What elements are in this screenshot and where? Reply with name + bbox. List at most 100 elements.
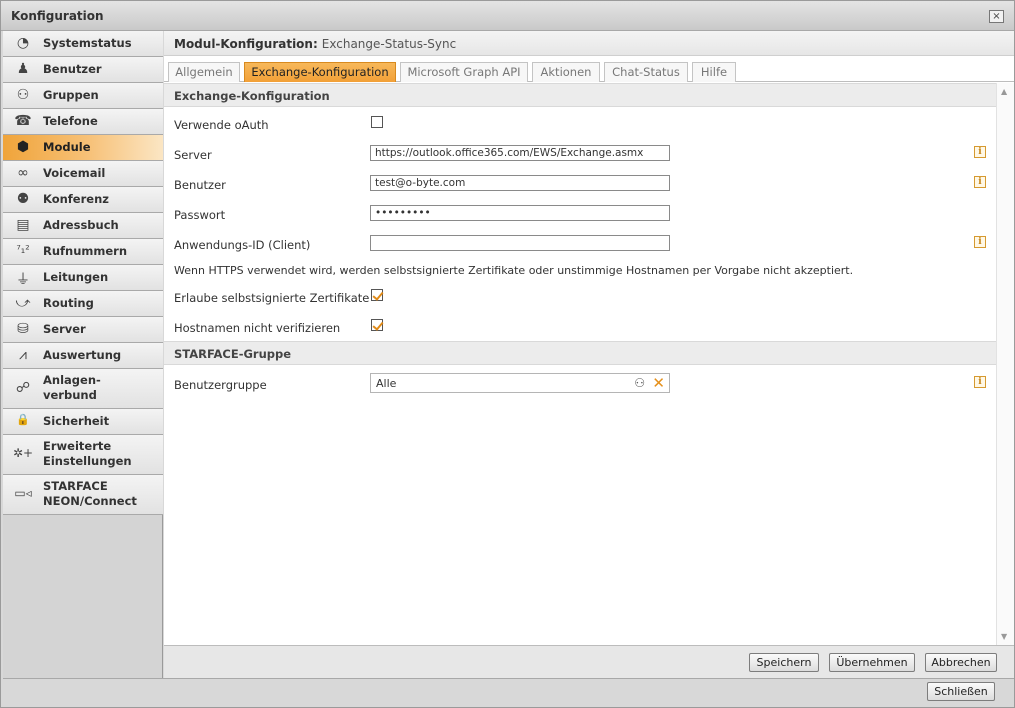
usergroup-value: Alle [376,377,397,390]
sidebar-item-gruppen[interactable]: ⚇ Gruppen [3,83,163,109]
info-icon[interactable]: i [974,236,986,248]
phone-icon: ☎ [14,113,32,129]
close-icon[interactable]: × [989,10,1004,23]
settings-plus-icon: ✲+ [13,446,34,460]
sidebar-item-label: Routing [43,296,94,310]
sidebar-item-server[interactable]: ⛁ Server [3,317,163,343]
sidebar-item-label: Telefone [43,114,98,128]
sidebar-item-label: Server [43,322,86,336]
sidebar-item-label: Sicherheit [43,414,110,428]
cube-icon: ⬢ [16,139,30,155]
voicemail-icon: ∞ [17,165,29,181]
video-icon: ▭◃ [14,486,32,500]
tab-chat-status[interactable]: Chat-Status [604,62,688,82]
sidebar-item-erweiterte-einstellungen[interactable]: ✲+ Erweiterte Einstellungen [3,435,163,475]
info-icon[interactable]: i [974,176,986,188]
window-title: Konfiguration [11,9,104,23]
https-note: Wenn HTTPS verwendet wird, werden selbst… [174,264,854,277]
info-icon[interactable]: i [974,146,986,158]
oauth-checkbox[interactable] [371,116,383,128]
content-scrollbar[interactable]: ▲ ▼ [996,83,1014,645]
page-title: Modul-Konfiguration: Exchange-Status-Sync [174,37,456,51]
tab-bar: Allgemein Exchange-Konfiguration Microso… [164,56,1014,82]
section-title: STARFACE-Gruppe [174,347,292,361]
user-label: Benutzer [174,178,226,192]
group-icon[interactable]: ⚇ [634,376,645,390]
sidebar: ◔ Systemstatus ♟ Benutzer ⚇ Gruppen ☎ Te… [3,31,163,678]
main-panel: Modul-Konfiguration: Exchange-Status-Sync… [164,31,1014,678]
password-label: Passwort [174,208,226,222]
bottom-bar: Schließen [3,678,1014,707]
hostname-label: Hostnamen nicht verifizieren [174,321,341,335]
sidebar-item-label: STARFACE NEON/Connect [43,479,137,508]
appid-input[interactable] [370,235,670,251]
sidebar-item-label: Voicemail [43,166,106,180]
sidebar-item-anlagenverbund[interactable]: ☍ Anlagen- verbund [3,369,163,409]
clear-icon[interactable]: ✕ [652,374,665,392]
sidebar-item-sicherheit[interactable]: 🔒 Sicherheit [3,409,163,435]
sidebar-item-konferenz[interactable]: ⚉ Konferenz [3,187,163,213]
sidebar-item-telefone[interactable]: ☎ Telefone [3,109,163,135]
sidebar-item-label: Rufnummern [43,244,128,258]
cancel-button[interactable]: Abbrechen [925,653,997,672]
password-input[interactable] [370,205,670,221]
section-title: Exchange-Konfiguration [174,89,330,103]
window-titlebar[interactable]: Konfiguration × [1,1,1014,31]
sidebar-item-label: Auswertung [43,348,122,362]
sidebar-item-label: Benutzer [43,62,102,76]
action-bar: Speichern Übernehmen Abbrechen [164,645,1014,678]
lines-icon: ⏚ [16,272,30,288]
sidebar-item-voicemail[interactable]: ∞ Voicemail [3,161,163,187]
save-button[interactable]: Speichern [749,653,819,672]
sidebar-item-label: Anlagen- verbund [43,373,101,402]
sidebar-item-starface-neon-connect[interactable]: ▭◃ STARFACE NEON/Connect [3,475,163,515]
sidebar-item-auswertung[interactable]: ⩘ Auswertung [3,343,163,369]
clock-icon: ◔ [16,35,30,51]
scroll-up-icon[interactable]: ▲ [1001,87,1007,96]
sidebar-item-routing[interactable]: ⤻ Routing [3,291,163,317]
close-button[interactable]: Schließen [927,682,995,701]
sidebar-item-systemstatus[interactable]: ◔ Systemstatus [3,31,163,57]
appid-label: Anwendungs-ID (Client) [174,238,311,252]
usergroup-label: Benutzergruppe [174,378,267,392]
sidebar-item-label: Gruppen [43,88,99,102]
config-window: Konfiguration × ◔ Systemstatus ♟ Benutze… [0,0,1015,708]
hostname-checkbox[interactable] [371,319,383,331]
sidebar-item-label: Adressbuch [43,218,119,232]
chart-icon: ⩘ [19,347,27,363]
selfsigned-checkbox[interactable] [371,289,383,301]
tab-hilfe[interactable]: Hilfe [692,62,736,82]
routing-icon: ⤻ [15,295,31,311]
tab-allgemein[interactable]: Allgemein [168,62,240,82]
server-label: Server [174,148,212,162]
module-config-label: Modul-Konfiguration: [174,37,318,51]
conference-icon: ⚉ [16,191,30,207]
tab-aktionen[interactable]: Aktionen [532,62,600,82]
user-input[interactable] [370,175,670,191]
network-icon: ☍ [15,380,31,396]
section-exchange-konfiguration: Exchange-Konfiguration [164,83,996,107]
sidebar-item-leitungen[interactable]: ⏚ Leitungen [3,265,163,291]
tab-exchange-konfiguration[interactable]: Exchange-Konfiguration [244,62,396,82]
tab-microsoft-graph-api[interactable]: Microsoft Graph API [400,62,528,82]
scroll-down-icon[interactable]: ▼ [1001,632,1007,641]
section-starface-gruppe: STARFACE-Gruppe [164,341,996,365]
module-header: Modul-Konfiguration: Exchange-Status-Sync [164,31,1014,56]
group-icon: ⚇ [16,87,30,103]
apply-button[interactable]: Übernehmen [829,653,915,672]
sidebar-item-benutzer[interactable]: ♟ Benutzer [3,57,163,83]
server-input[interactable] [370,145,670,161]
selfsigned-label: Erlaube selbstsignierte Zertifikate [174,291,370,305]
info-icon[interactable]: i [974,376,986,388]
usergroup-select[interactable]: Alle ⚇ ✕ [370,373,670,393]
sidebar-item-rufnummern[interactable]: ⁷₁² Rufnummern [3,239,163,265]
sidebar-item-adressbuch[interactable]: ▤ Adressbuch [3,213,163,239]
lock-icon: 🔒 [16,413,30,426]
addressbook-icon: ▤ [16,217,30,233]
sidebar-item-label: Leitungen [43,270,109,284]
sidebar-item-module[interactable]: ⬢ Module [3,135,163,161]
user-icon: ♟ [16,61,30,77]
server-icon: ⛁ [17,321,29,337]
numbers-icon: ⁷₁² [16,243,30,256]
oauth-label: Verwende oAuth [174,118,269,132]
